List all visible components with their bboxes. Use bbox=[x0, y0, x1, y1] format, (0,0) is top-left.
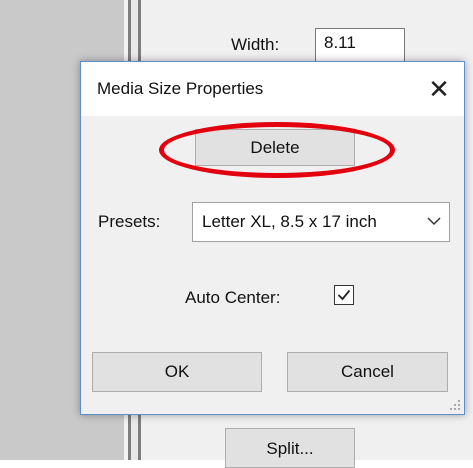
width-field[interactable]: 8.11 bbox=[315, 28, 405, 62]
auto-center-checkbox[interactable] bbox=[334, 285, 354, 305]
auto-center-label: Auto Center: bbox=[185, 288, 281, 307]
resize-grip-icon[interactable] bbox=[449, 399, 461, 411]
dialog-title: Media Size Properties bbox=[97, 79, 264, 98]
close-icon[interactable]: ✕ bbox=[422, 72, 456, 106]
cancel-button[interactable]: Cancel bbox=[287, 352, 448, 392]
width-label: Width: bbox=[231, 35, 280, 54]
checkmark-icon bbox=[337, 289, 351, 301]
media-size-properties-dialog: Media Size Properties ✕ Delete Presets: … bbox=[80, 61, 465, 415]
presets-dropdown[interactable]: Letter XL, 8.5 x 17 inch bbox=[192, 202, 450, 242]
chevron-down-icon bbox=[427, 217, 441, 226]
presets-label: Presets: bbox=[98, 212, 161, 231]
ok-button[interactable]: OK bbox=[92, 352, 262, 392]
presets-selected-value: Letter XL, 8.5 x 17 inch bbox=[202, 212, 377, 231]
delete-button[interactable]: Delete bbox=[195, 129, 355, 166]
dialog-titlebar: Media Size Properties ✕ bbox=[81, 62, 464, 116]
split-button[interactable]: Split... bbox=[225, 428, 355, 468]
